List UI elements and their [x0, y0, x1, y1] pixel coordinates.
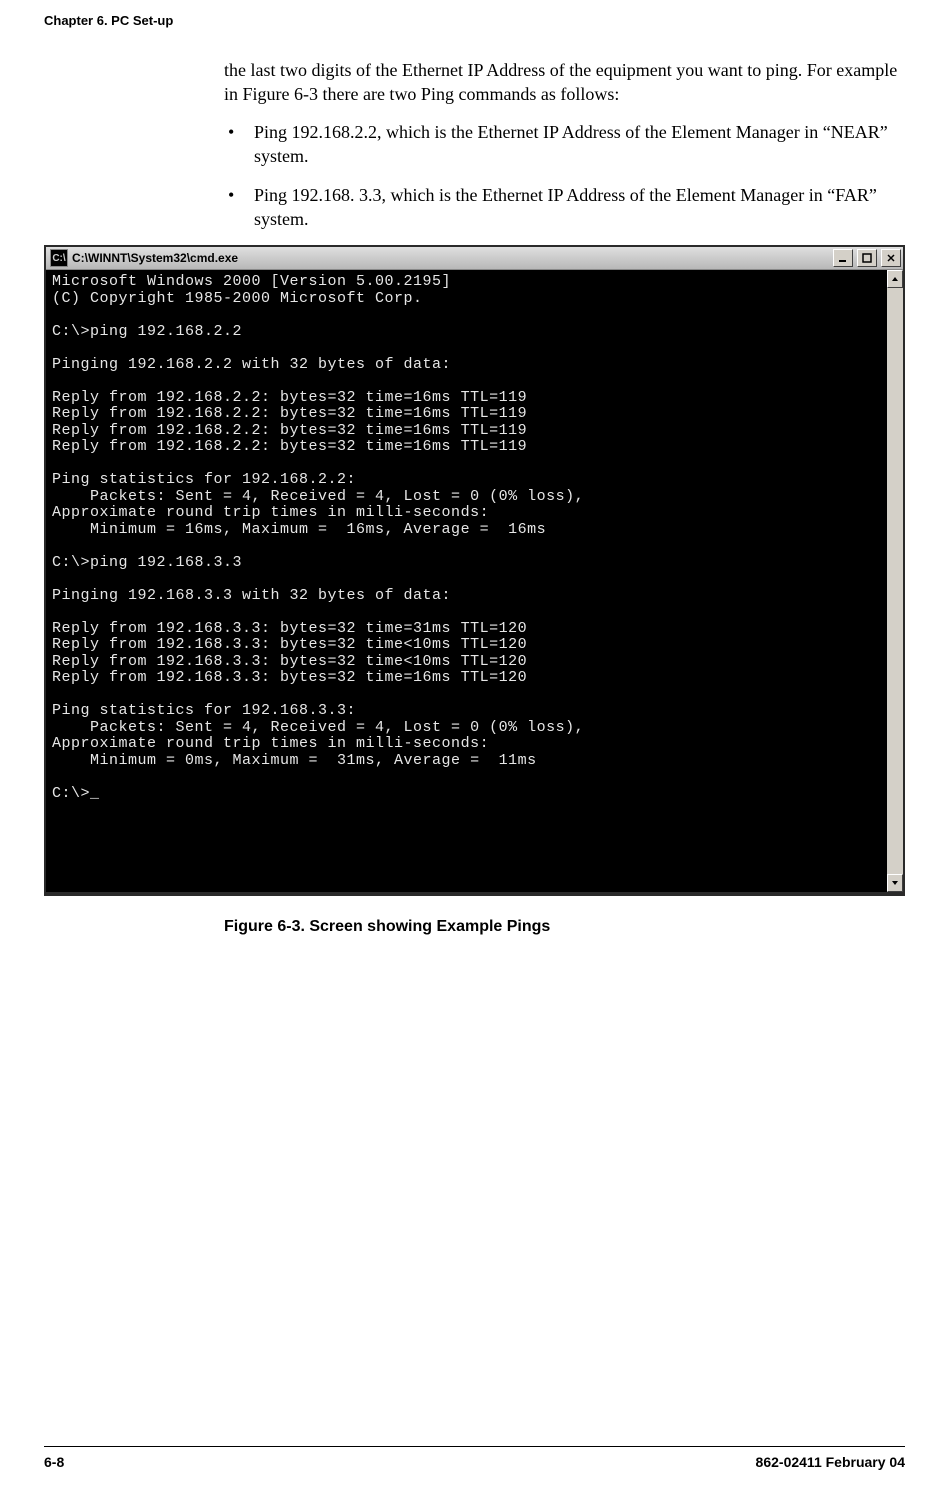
terminal-output: Microsoft Windows 2000 [Version 5.00.219…	[46, 270, 887, 892]
page-footer: 6-8 862-02411 February 04	[44, 1446, 905, 1472]
bullet-item: Ping 192.168.2.2, which is the Ethernet …	[224, 120, 905, 169]
terminal-screenshot: C:\ C:\WINNT\System32\cmd.exe	[44, 245, 905, 896]
figure-caption: Figure 6-3. Screen showing Example Pings	[224, 916, 905, 938]
running-header: Chapter 6. PC Set-up	[44, 12, 905, 30]
footer-page-number: 6-8	[44, 1453, 64, 1472]
window-titlebar: C:\ C:\WINNT\System32\cmd.exe	[46, 247, 903, 270]
window-buttons	[831, 249, 903, 267]
maximize-icon	[862, 253, 872, 263]
minimize-button[interactable]	[833, 249, 853, 267]
close-button[interactable]	[881, 249, 901, 267]
maximize-button[interactable]	[857, 249, 877, 267]
document-page: Chapter 6. PC Set-up the last two digits…	[0, 0, 949, 1502]
minimize-icon	[838, 253, 848, 263]
footer-doc-id: 862-02411 February 04	[756, 1453, 905, 1472]
window-frame: C:\ C:\WINNT\System32\cmd.exe	[44, 245, 905, 896]
bullet-list: Ping 192.168.2.2, which is the Ethernet …	[224, 120, 905, 231]
scroll-down-button[interactable]	[887, 874, 903, 892]
scroll-up-button[interactable]	[887, 270, 903, 288]
body-column: the last two digits of the Ethernet IP A…	[224, 58, 905, 232]
intro-paragraph: the last two digits of the Ethernet IP A…	[224, 58, 905, 107]
system-menu-icon: C:\	[50, 249, 68, 267]
terminal-body: Microsoft Windows 2000 [Version 5.00.219…	[46, 270, 903, 892]
window-title: C:\WINNT\System32\cmd.exe	[72, 250, 831, 266]
close-icon	[886, 253, 896, 263]
bullet-item: Ping 192.168. 3.3, which is the Ethernet…	[224, 183, 905, 232]
chevron-up-icon	[891, 275, 899, 283]
chevron-down-icon	[891, 879, 899, 887]
vertical-scrollbar[interactable]	[887, 270, 903, 892]
